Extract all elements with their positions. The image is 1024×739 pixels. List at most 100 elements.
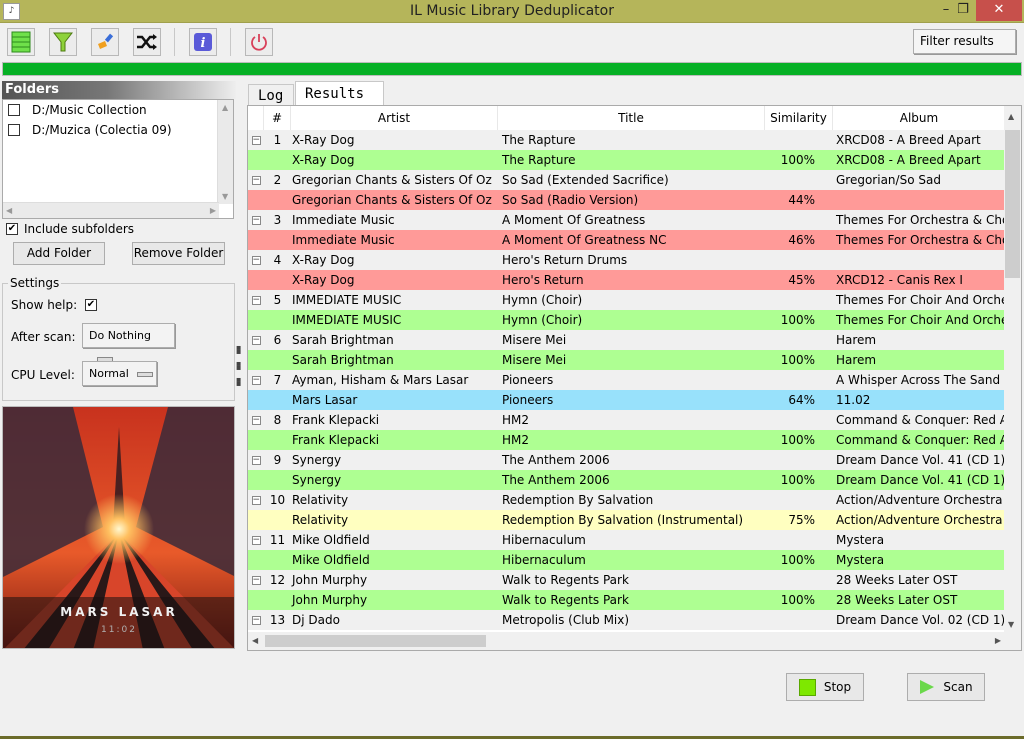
duplicate-row[interactable]: X-Ray Dog Hero's Return 45% XRCD12 - Canis … (248, 270, 1005, 290)
scroll-up-icon[interactable]: ▲ (1008, 112, 1014, 121)
splitter-handle[interactable]: ▪ ▪ (236, 344, 241, 356)
collapse-icon[interactable]: − (251, 255, 261, 265)
scroll-right-icon[interactable]: ▶ (210, 206, 216, 215)
group-row[interactable]: −13 Dj Dado Metropolis (Club Mix) Dream Dan… (248, 610, 1005, 630)
title-cell: Misere Mei (502, 353, 567, 367)
database-button[interactable] (7, 28, 35, 56)
folder-list-vscroll[interactable]: ▲ ▼ (217, 100, 233, 204)
folder-checkbox[interactable] (8, 124, 20, 136)
artist-cell: Mars Lasar (292, 393, 358, 407)
clean-button[interactable] (91, 28, 119, 56)
collapse-icon[interactable]: − (251, 455, 261, 465)
group-row[interactable]: −12 John Murphy Walk to Regents Park 28 Wee… (248, 570, 1005, 590)
group-row[interactable]: −11 Mike Oldfield Hibernaculum Mystera (248, 530, 1005, 550)
folder-list[interactable]: D:/Music Collection D:/Muzica (Colectia … (2, 99, 234, 219)
group-row[interactable]: −10 Relativity Redemption By Salvation Acti… (248, 490, 1005, 510)
add-folder-button[interactable]: Add Folder (13, 242, 105, 265)
cpu-level-value: Normal (89, 367, 129, 380)
grid-vertical-scroll-thumb[interactable] (1005, 130, 1020, 278)
column-header-similarity[interactable]: Similarity (765, 106, 833, 130)
exit-button[interactable] (245, 28, 273, 56)
collapse-icon[interactable]: − (251, 615, 261, 625)
folder-item[interactable]: D:/Music Collection (3, 100, 233, 120)
group-row[interactable]: − 9 Synergy The Anthem 2006 Dream Dance Vol.… (248, 450, 1005, 470)
collapse-icon[interactable]: − (251, 375, 261, 385)
column-header-number[interactable]: # (264, 106, 291, 130)
settings-group: Settings Show help: ✔ After scan: Do Not… (2, 276, 235, 401)
group-row[interactable]: − 1 X-Ray Dog The Rapture XRCD08 - A Breed A… (248, 130, 1005, 150)
scroll-left-icon[interactable]: ◀ (6, 206, 12, 215)
folder-checkbox[interactable] (8, 104, 20, 116)
grid-horizontal-scrollbar[interactable]: ◀ ▶ (248, 632, 1021, 650)
title-cell: The Anthem 2006 (502, 453, 610, 467)
scroll-down-icon[interactable]: ▼ (1008, 620, 1014, 629)
close-button[interactable]: ✕ (976, 0, 1022, 21)
group-row[interactable]: − 2 Gregorian Chants & Sisters Of Oz So Sad… (248, 170, 1005, 190)
group-row[interactable]: − 6 Sarah Brightman Misere Mei Harem (248, 330, 1005, 350)
album-cell: Themes For Choir And Orchestra (836, 313, 1005, 327)
collapse-icon[interactable]: − (251, 295, 261, 305)
duplicate-row[interactable]: Sarah Brightman Misere Mei 100% Harem (248, 350, 1005, 370)
scroll-right-icon[interactable]: ▶ (995, 636, 1001, 645)
grid-vertical-scrollbar[interactable]: ▲ ▼ (1004, 106, 1021, 633)
filter-results-label: Filter results (920, 34, 994, 48)
info-button[interactable]: i (189, 28, 217, 56)
collapse-icon[interactable]: − (251, 575, 261, 585)
collapse-icon[interactable]: − (251, 135, 261, 145)
collapse-icon[interactable]: − (251, 415, 261, 425)
remove-folder-button[interactable]: Remove Folder (132, 242, 225, 265)
shuffle-button[interactable] (133, 28, 161, 56)
cpu-level-dropdown[interactable]: Normal (82, 361, 157, 386)
show-help-checkbox[interactable]: ✔ (85, 299, 97, 311)
maximize-button[interactable]: ❐ (950, 0, 976, 21)
folder-list-hscroll[interactable]: ◀ ▶ (3, 202, 219, 218)
filter-results-dropdown[interactable]: Filter results (913, 29, 1016, 67)
expand-cell: − (248, 575, 264, 585)
folder-path: D:/Muzica (Colectia 09) (32, 123, 172, 137)
duplicate-row[interactable]: John Murphy Walk to Regents Park 100% 28 We… (248, 590, 1005, 610)
include-subfolders-option[interactable]: ✔ Include subfolders (6, 222, 134, 236)
splitter-handle[interactable]: ▪ ▪ (236, 360, 241, 372)
duplicate-row[interactable]: Gregorian Chants & Sisters Of Oz So Sad (… (248, 190, 1005, 210)
group-row[interactable]: − 5 IMMEDIATE MUSIC Hymn (Choir) Themes For … (248, 290, 1005, 310)
stop-button[interactable]: Stop (786, 673, 864, 701)
group-row[interactable]: − 8 Frank Klepacki HM2 Command & Conquer: Re… (248, 410, 1005, 430)
collapse-icon[interactable]: − (251, 495, 261, 505)
duplicate-row[interactable]: Synergy The Anthem 2006 100% Dream Dance Vo… (248, 470, 1005, 490)
collapse-icon[interactable]: − (251, 535, 261, 545)
scan-button[interactable]: Scan (907, 673, 985, 701)
group-row[interactable]: − 4 X-Ray Dog Hero's Return Drums (248, 250, 1005, 270)
column-header-artist[interactable]: Artist (291, 106, 498, 130)
title-cell: HM2 (502, 433, 530, 447)
grid-horizontal-scroll-thumb[interactable] (265, 635, 486, 647)
tab-log[interactable]: Log (248, 84, 294, 106)
folder-item[interactable]: D:/Muzica (Colectia 09) (3, 120, 233, 140)
info-icon: i (194, 33, 212, 51)
duplicate-row[interactable]: X-Ray Dog The Rapture 100% XRCD08 - A Breed… (248, 150, 1005, 170)
include-subfolders-checkbox[interactable]: ✔ (6, 223, 18, 235)
title-cell: Walk to Regents Park (502, 593, 629, 607)
collapse-icon[interactable]: − (251, 335, 261, 345)
tab-results[interactable]: Results (295, 81, 384, 107)
scroll-up-icon[interactable]: ▲ (222, 103, 228, 112)
duplicate-row[interactable]: Mike Oldfield Hibernaculum 100% Mystera (248, 550, 1005, 570)
group-row[interactable]: − 7 Ayman, Hisham & Mars Lasar Pioneers A Wh… (248, 370, 1005, 390)
filter-button[interactable] (49, 28, 77, 56)
collapse-icon[interactable]: − (251, 175, 261, 185)
splitter-handle[interactable]: ▪ ▪ (236, 376, 241, 388)
column-header-album[interactable]: Album (833, 106, 1005, 130)
duplicate-row[interactable]: Relativity Redemption By Salvation (Instr… (248, 510, 1005, 530)
duplicate-row[interactable]: Frank Klepacki HM2 100% Command & Conquer: … (248, 430, 1005, 450)
duplicate-row[interactable]: Immediate Music A Moment Of Greatness NC 4… (248, 230, 1005, 250)
title-cell: Hero's Return Drums (502, 253, 628, 267)
duplicate-row[interactable]: Mars Lasar Pioneers 64% 11.02 (248, 390, 1005, 410)
scroll-down-icon[interactable]: ▼ (222, 192, 228, 201)
scroll-left-icon[interactable]: ◀ (252, 636, 258, 645)
column-header-title[interactable]: Title (498, 106, 765, 130)
title-cell: Pioneers (502, 393, 554, 407)
group-row[interactable]: − 3 Immediate Music A Moment Of Greatness Th… (248, 210, 1005, 230)
duplicate-row[interactable]: IMMEDIATE MUSIC Hymn (Choir) 100% Themes Fo… (248, 310, 1005, 330)
title-cell: So Sad (Extended Sacrifice) (502, 173, 669, 187)
collapse-icon[interactable]: − (251, 215, 261, 225)
after-scan-dropdown[interactable]: Do Nothing (82, 323, 175, 362)
